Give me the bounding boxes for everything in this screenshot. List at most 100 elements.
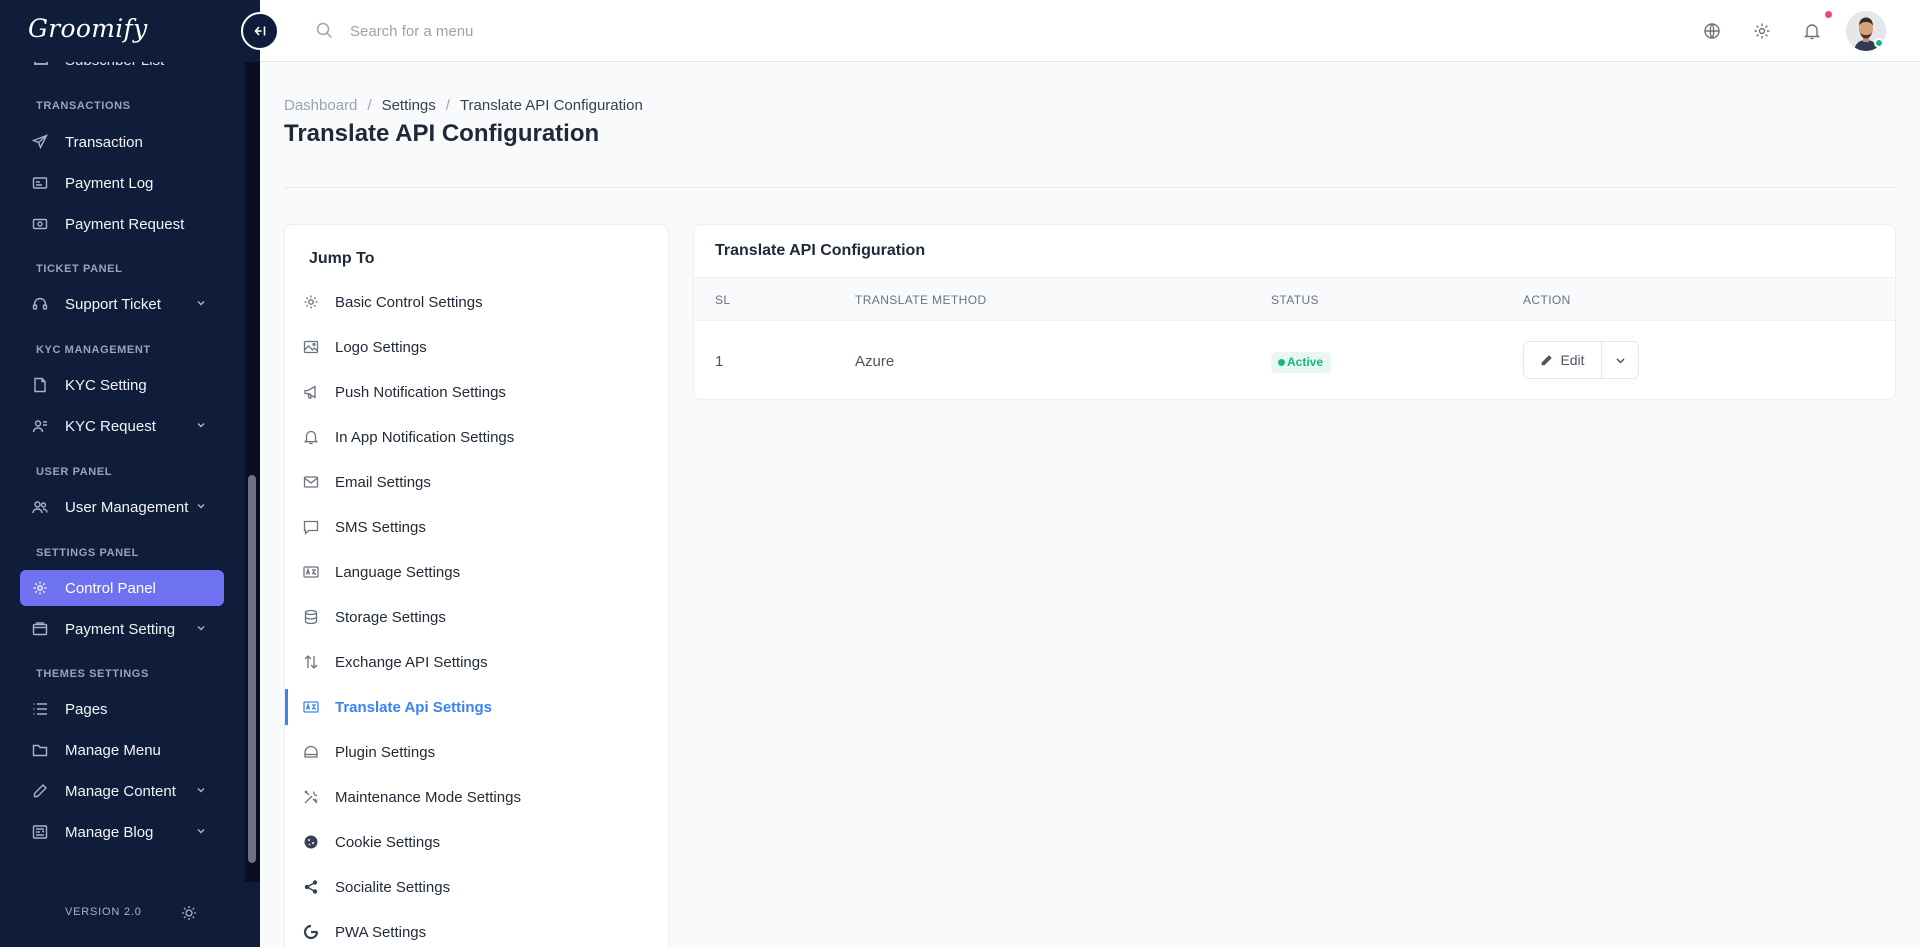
swap-icon <box>304 655 318 669</box>
headset-icon <box>32 297 48 310</box>
sidebar-item-support-ticket[interactable]: Support Ticket <box>20 286 224 322</box>
sidebar-item-label: Pages <box>65 700 108 718</box>
search-input[interactable] <box>350 16 750 46</box>
sidebar-item-label: Support Ticket <box>65 295 161 313</box>
sidebar-item-user-management[interactable]: User Management <box>20 489 224 525</box>
sidebar-item-control-panel[interactable]: Control Panel <box>20 570 224 606</box>
section-themes-settings: THEMES SETTINGS <box>36 668 149 680</box>
mail-icon <box>303 476 319 488</box>
sidebar-item-label: Manage Content <box>65 782 176 800</box>
jump-item-label: Push Notification Settings <box>335 383 506 401</box>
chevron-down-icon <box>197 829 205 834</box>
jump-item-logo[interactable]: Logo Settings <box>285 327 668 367</box>
divider <box>284 187 1896 188</box>
sun-icon[interactable] <box>181 905 197 921</box>
database-icon <box>304 609 318 625</box>
user-card-icon <box>32 420 47 433</box>
sidebar-item-kyc-setting[interactable]: KYC Setting <box>20 367 224 403</box>
breadcrumb-settings[interactable]: Settings <box>382 97 436 114</box>
sidebar-item-label: Transaction <box>65 133 143 151</box>
pencil-icon <box>1542 354 1553 365</box>
jump-item-language[interactable]: Language Settings <box>285 552 668 592</box>
plugin-icon <box>304 745 318 758</box>
column-header-status: STATUS <box>1271 293 1319 307</box>
sidebar-item-label: Payment Setting <box>65 620 176 638</box>
sidebar-item-label: Manage Blog <box>65 823 154 841</box>
jump-to-card: Jump To Basic Control Settings Logo Sett… <box>284 224 669 947</box>
jump-item-label: In App Notification Settings <box>335 428 515 446</box>
wallet-icon <box>32 622 48 636</box>
jump-item-label: Storage Settings <box>335 608 446 626</box>
jump-item-basic-control[interactable]: Basic Control Settings <box>285 282 668 322</box>
chevron-down-icon <box>197 788 205 793</box>
translate-icon <box>303 566 319 578</box>
online-status-indicator <box>1874 38 1884 48</box>
column-header-action: ACTION <box>1523 293 1571 307</box>
jump-item-in-app-notification[interactable]: In App Notification Settings <box>285 417 668 457</box>
sidebar-item-manage-menu[interactable]: Manage Menu <box>20 732 224 768</box>
sidebar-item-transaction[interactable]: Transaction <box>20 124 224 160</box>
newspaper-icon <box>32 825 48 839</box>
sidebar-item-payment-request[interactable]: Payment Request <box>20 206 224 242</box>
sidebar-item-manage-content[interactable]: Manage Content <box>20 773 224 809</box>
image-icon <box>303 340 319 354</box>
jump-item-sms[interactable]: SMS Settings <box>285 507 668 547</box>
sidebar-item-label: KYC Setting <box>65 376 147 394</box>
sidebar-collapse-button[interactable] <box>241 12 279 50</box>
jump-item-label: Basic Control Settings <box>335 293 483 311</box>
jump-item-pwa[interactable]: PWA Settings <box>285 912 668 947</box>
collapse-left-icon <box>254 26 266 36</box>
column-header-sl: SL <box>715 293 731 307</box>
sidebar-item-label: KYC Request <box>65 417 156 435</box>
jump-item-label: Translate Api Settings <box>335 698 492 716</box>
jump-item-plugin[interactable]: Plugin Settings <box>285 732 668 772</box>
section-user-panel: USER PANEL <box>36 466 113 478</box>
jump-item-translate-api[interactable]: Translate Api Settings <box>285 687 668 727</box>
sidebar-item-label: Payment Log <box>65 174 154 192</box>
jump-item-exchange-api[interactable]: Exchange API Settings <box>285 642 668 682</box>
jump-item-label: Plugin Settings <box>335 743 436 761</box>
sidebar: Groomify Subscriber List TRANSACTIONS Tr… <box>0 0 260 947</box>
gear-icon <box>304 295 318 309</box>
action-button-group: Edit <box>1523 341 1639 379</box>
share-icon <box>304 880 318 894</box>
action-dropdown-toggle[interactable] <box>1601 342 1638 378</box>
list-icon <box>33 703 47 715</box>
folder-icon <box>32 744 48 757</box>
jump-item-label: Logo Settings <box>335 338 427 356</box>
app-logo[interactable]: Groomify <box>28 14 148 43</box>
jump-item-label: PWA Settings <box>335 923 427 941</box>
breadcrumb-dashboard[interactable]: Dashboard <box>284 97 357 114</box>
sidebar-item-payment-log[interactable]: Payment Log <box>20 165 224 201</box>
topbar <box>260 0 1920 62</box>
chevron-down-icon <box>197 626 205 631</box>
jump-item-socialite[interactable]: Socialite Settings <box>285 867 668 907</box>
pencil-icon <box>33 784 47 798</box>
section-kyc-management: KYC MANAGEMENT <box>36 344 151 356</box>
jump-item-storage[interactable]: Storage Settings <box>285 597 668 637</box>
jump-item-label: Maintenance Mode Settings <box>335 788 521 806</box>
jump-item-cookie[interactable]: Cookie Settings <box>285 822 668 862</box>
search-icon <box>316 22 333 39</box>
sidebar-item-kyc-request[interactable]: KYC Request <box>20 408 224 444</box>
globe-icon[interactable] <box>1703 22 1721 40</box>
section-ticket-panel: TICKET PANEL <box>36 263 123 275</box>
sidebar-item-pages[interactable]: Pages <box>20 691 224 727</box>
sidebar-item-manage-blog[interactable]: Manage Blog <box>20 814 224 850</box>
breadcrumb-separator: / <box>445 97 450 114</box>
jump-item-maintenance-mode[interactable]: Maintenance Mode Settings <box>285 777 668 817</box>
edit-button[interactable]: Edit <box>1524 342 1601 378</box>
jump-item-push-notification[interactable]: Push Notification Settings <box>285 372 668 412</box>
sidebar-scrollbar-thumb[interactable] <box>248 475 256 863</box>
bell-icon[interactable] <box>1803 22 1821 40</box>
chevron-down-icon <box>197 301 205 306</box>
receipt-icon <box>32 177 48 189</box>
jump-item-label: Language Settings <box>335 563 461 581</box>
table-header: SL TRANSLATE METHOD STATUS ACTION <box>694 277 1895 321</box>
section-transactions: TRANSACTIONS <box>36 100 131 112</box>
gear-icon[interactable] <box>1753 22 1771 40</box>
users-icon <box>32 501 48 514</box>
jump-item-email[interactable]: Email Settings <box>285 462 668 502</box>
megaphone-icon <box>304 385 316 399</box>
sidebar-item-payment-setting[interactable]: Payment Setting <box>20 611 224 647</box>
